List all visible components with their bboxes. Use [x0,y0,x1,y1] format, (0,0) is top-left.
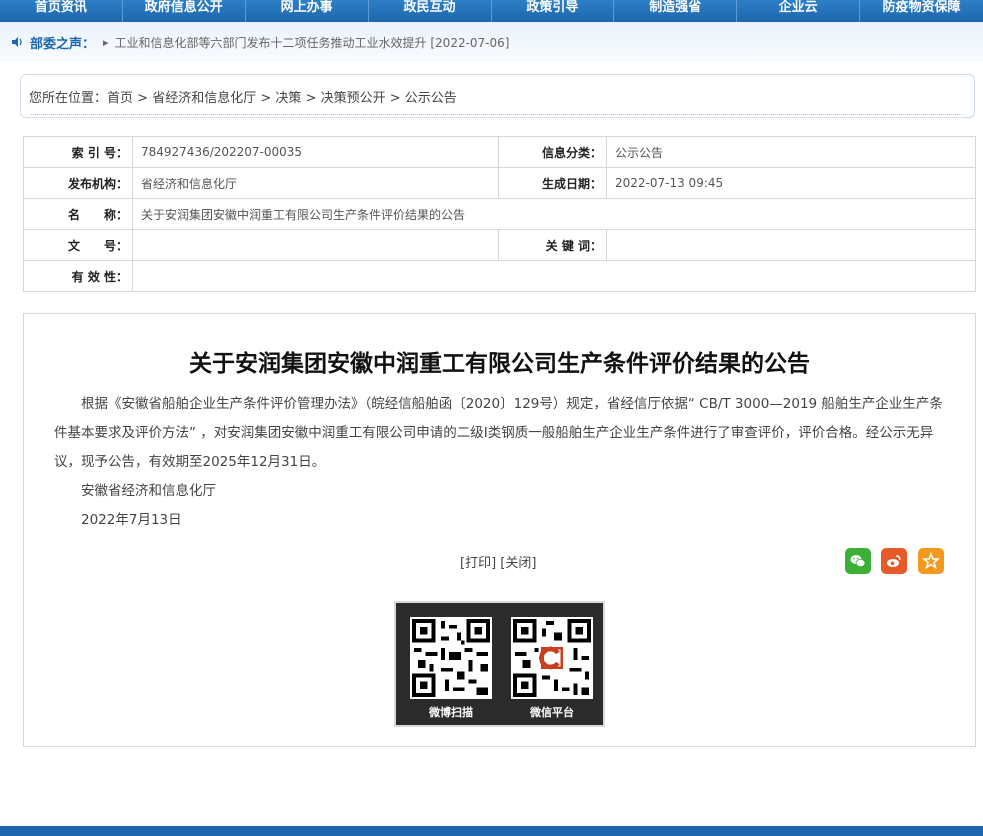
speaker-icon [10,35,24,49]
table-row: 文 号： 关 键 词： [23,229,976,261]
star-icon [922,552,940,570]
index-value: 784927436/202207-00035 [132,136,499,168]
nav-item-manufacturing[interactable]: 制造强省 [614,0,738,22]
top-nav: 首页资讯 政府信息公开 网上办事 政民互动 政策引导 制造强省 企业云 防疫物资… [0,0,983,22]
share-weibo-button[interactable] [881,548,907,574]
table-row: 有 效 性： [23,260,976,292]
publisher-value: 省经济和信息化厅 [132,167,499,199]
breadcrumb-department[interactable]: 省经济和信息化厅 [152,91,256,106]
breadcrumb-box: 您所在位置：首页 > 省经济和信息化厅 > 决策 > 决策预公开 > 公示公告 [20,74,975,118]
article-signature: 安徽省经济和信息化厅 [81,483,216,499]
date-value: 2022-07-13 09:45 [606,167,976,199]
breadcrumb-home[interactable]: 首页 [107,91,133,106]
share-wechat-button[interactable] [845,548,871,574]
breadcrumb-pre-disclosure[interactable]: 决策预公开 [321,91,386,106]
wechat-qr-caption: 微信平台 [530,706,574,719]
wechat-icon [850,555,866,567]
info-metadata-table: 索 引 号： 784927436/202207-00035 信息分类： 公示公告… [23,136,976,292]
article-panel: 关于安润集团安徽中润重工有限公司生产条件评价结果的公告 根据《安徽省船舶企业生产… [23,313,976,747]
docno-value [132,229,499,261]
nav-item-gov-info[interactable]: 政府信息公开 [123,0,246,22]
article-paragraph: 根据《安徽省船舶企业生产条件评价管理办法》（皖经信船舶函〔2020〕129号）规… [54,396,943,470]
add-favorite-button[interactable] [918,548,944,574]
nav-item-home-news[interactable]: 首页资讯 [0,0,123,22]
index-label: 索 引 号： [23,136,133,168]
article-date: 2022年7月13日 [81,512,182,528]
validity-value [132,260,976,292]
publisher-label: 发布机构： [23,167,133,199]
nav-item-policy[interactable]: 政策引导 [492,0,615,22]
nav-item-enterprise-cloud[interactable]: 企业云 [737,0,861,22]
table-row: 索 引 号： 784927436/202207-00035 信息分类： 公示公告 [23,136,976,168]
article-title: 关于安润集团安徽中润重工有限公司生产条件评价结果的公告 [189,351,810,377]
breadcrumb-separator: > [301,91,321,106]
category-value: 公示公告 [606,136,976,168]
close-link[interactable]: [关闭] [500,556,536,571]
date-label: 生成日期： [498,167,607,199]
category-label: 信息分类： [498,136,607,168]
footer-bar [0,826,983,836]
keyword-value [606,229,976,261]
docno-label: 文 号： [23,229,133,261]
print-close-links: [打印] [关闭] [460,552,536,571]
breadcrumb-separator: > [385,91,405,106]
print-link[interactable]: [打印] [460,556,496,571]
weibo-qr-caption: 微博扫描 [429,706,473,719]
news-label: 部委之声： [30,36,96,52]
breadcrumb-divider [31,114,962,115]
news-arrow-icon: ▸ [103,35,109,49]
keyword-label: 关 键 词： [498,229,607,261]
qr-code-panel: 微博扫描 微信平台 [394,601,605,727]
breadcrumb-decision[interactable]: 决策 [275,91,301,106]
name-label: 名 称： [23,198,133,230]
breadcrumb-separator: > [256,91,276,106]
weibo-qr-code [410,617,492,699]
news-link[interactable]: 工业和信息化部等六部门发布十二项任务推动工业水效提升 [2022-07-06] [115,34,510,51]
breadcrumb: 您所在位置：首页 > 省经济和信息化厅 > 决策 > 决策预公开 > 公示公告 [29,87,457,106]
validity-label: 有 效 性： [23,260,133,292]
news-ticker: 部委之声： ▸ 工业和信息化部等六部门发布十二项任务推动工业水效提升 [2022… [10,33,510,52]
table-row: 名 称： 关于安润集团安徽中润重工有限公司生产条件评价结果的公告 [23,198,976,230]
article-body: 根据《安徽省船舶企业生产条件评价管理办法》（皖经信船舶函〔2020〕129号）规… [54,390,944,535]
breadcrumb-separator: > [133,91,153,106]
nav-item-online-services[interactable]: 网上办事 [246,0,369,22]
nav-item-epidemic-supplies[interactable]: 防疫物资保障 [860,0,983,22]
breadcrumb-announcements[interactable]: 公示公告 [405,91,457,106]
name-value: 关于安润集团安徽中润重工有限公司生产条件评价结果的公告 [132,198,976,230]
breadcrumb-prefix: 您所在位置： [29,91,108,106]
table-row: 发布机构： 省经济和信息化厅 生成日期： 2022-07-13 09:45 [23,167,976,199]
nav-item-interaction[interactable]: 政民互动 [369,0,492,22]
weibo-icon [887,555,901,567]
wechat-qr-code [511,617,593,699]
